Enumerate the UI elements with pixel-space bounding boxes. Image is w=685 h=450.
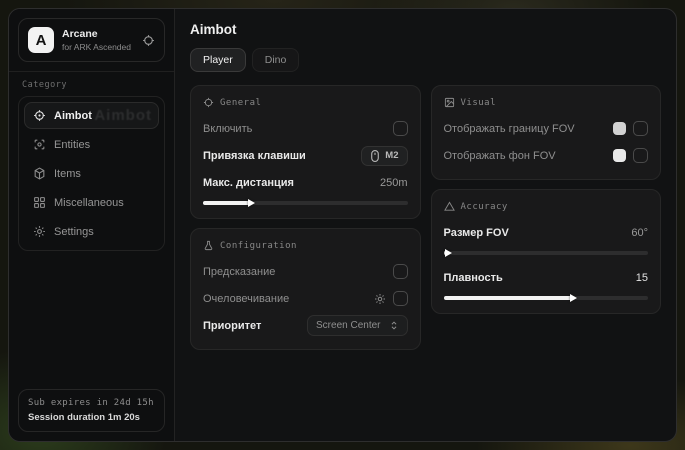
sidebar-item-settings[interactable]: Settings <box>24 218 159 245</box>
sidebar-item-aimbot[interactable]: Aimbot Aimbot <box>24 102 159 129</box>
sidebar-item-label: Miscellaneous <box>54 197 124 209</box>
chevrons-up-down-icon <box>389 320 399 331</box>
sub-expires-text: Sub expires in 24d 15h <box>28 398 155 408</box>
priority-label: Приоритет <box>203 320 261 332</box>
page-title: Aimbot <box>190 22 661 37</box>
brand-card: A Arcane for ARK Ascended <box>18 18 165 62</box>
visual-panel: Visual Отображать границу FOV Отображать… <box>431 85 662 180</box>
slider-thumb[interactable] <box>445 249 452 257</box>
smoothness-value: 15 <box>636 272 648 284</box>
tab-dino[interactable]: Dino <box>252 48 300 72</box>
max-distance-slider[interactable] <box>203 201 408 205</box>
category-label: Category <box>22 80 163 90</box>
max-distance-value: 250m <box>380 177 408 189</box>
main-content: Aimbot Player Dino General <box>175 9 676 441</box>
enable-checkbox[interactable] <box>393 121 408 136</box>
sidebar: A Arcane for ARK Ascended Category <box>9 9 175 441</box>
priority-value: Screen Center <box>316 320 380 331</box>
entities-icon <box>33 138 46 151</box>
fov-size-label: Размер FOV <box>444 227 509 239</box>
panel-title: Visual <box>461 98 497 108</box>
smoothness-slider[interactable] <box>444 296 649 300</box>
humanize-settings-gear-icon[interactable] <box>374 293 386 305</box>
panel-title: Configuration <box>220 241 297 251</box>
sidebar-item-items[interactable]: Items <box>24 160 159 187</box>
humanize-label: Очеловечивание <box>203 293 289 305</box>
fov-bg-color-swatch[interactable] <box>613 149 626 162</box>
sidebar-item-label: Entities <box>54 139 90 151</box>
divider <box>9 71 174 72</box>
fov-size-value: 60° <box>631 227 648 239</box>
slider-thumb[interactable] <box>248 199 255 207</box>
crosshair-icon <box>33 109 46 122</box>
sidebar-item-label: Settings <box>54 226 94 238</box>
tab-player[interactable]: Player <box>190 48 246 72</box>
fov-border-color-swatch[interactable] <box>613 122 626 135</box>
sidebar-item-entities[interactable]: Entities <box>24 131 159 158</box>
smoothness-label: Плавность <box>444 272 503 284</box>
package-icon <box>33 167 46 180</box>
panel-title: Accuracy <box>461 202 508 212</box>
prediction-checkbox[interactable] <box>393 264 408 279</box>
priority-dropdown[interactable]: Screen Center <box>307 315 407 336</box>
cheat-menu-window: A Arcane for ARK Ascended Category <box>8 8 677 442</box>
fov-bg-checkbox[interactable] <box>633 148 648 163</box>
sidebar-nav: Aimbot Aimbot Entities <box>18 96 165 251</box>
gear-icon <box>33 225 46 238</box>
triangle-icon <box>444 201 455 212</box>
subscription-card: Sub expires in 24d 15h Session duration … <box>18 389 165 432</box>
flask-icon <box>203 240 214 251</box>
general-panel: General Включить Привязка клавиши <box>190 85 421 219</box>
slider-thumb[interactable] <box>570 294 577 302</box>
image-icon <box>444 97 455 108</box>
aimbot-watermark: Aimbot <box>94 107 152 124</box>
panel-title: General <box>220 98 261 108</box>
fov-border-label: Отображать границу FOV <box>444 123 575 135</box>
keybind-value: M2 <box>385 150 398 161</box>
sidebar-item-label: Aimbot <box>54 110 92 122</box>
fov-border-checkbox[interactable] <box>633 121 648 136</box>
max-distance-label: Макс. дистанция <box>203 177 294 189</box>
configuration-panel: Configuration Предсказание Очеловечивани… <box>190 228 421 350</box>
prediction-label: Предсказание <box>203 266 275 278</box>
mouse-icon <box>370 150 380 162</box>
target-icon <box>203 97 214 108</box>
enable-label: Включить <box>203 123 252 135</box>
brand-logo: A <box>28 27 54 53</box>
session-duration-text: Session duration 1m 20s <box>28 412 155 423</box>
fov-bg-label: Отображать фон FOV <box>444 150 556 162</box>
target-icon[interactable] <box>142 34 155 47</box>
brand-subtitle: for ARK Ascended <box>62 42 134 52</box>
keybind-button[interactable]: M2 <box>361 146 407 166</box>
grid-icon <box>33 196 46 209</box>
keybind-label: Привязка клавиши <box>203 150 306 162</box>
fov-size-slider[interactable] <box>444 251 649 255</box>
humanize-checkbox[interactable] <box>393 291 408 306</box>
sidebar-item-label: Items <box>54 168 81 180</box>
tab-bar: Player Dino <box>190 48 661 72</box>
brand-name: Arcane <box>62 28 134 40</box>
sidebar-item-miscellaneous[interactable]: Miscellaneous <box>24 189 159 216</box>
accuracy-panel: Accuracy Размер FOV 60° Плавность 15 <box>431 189 662 314</box>
